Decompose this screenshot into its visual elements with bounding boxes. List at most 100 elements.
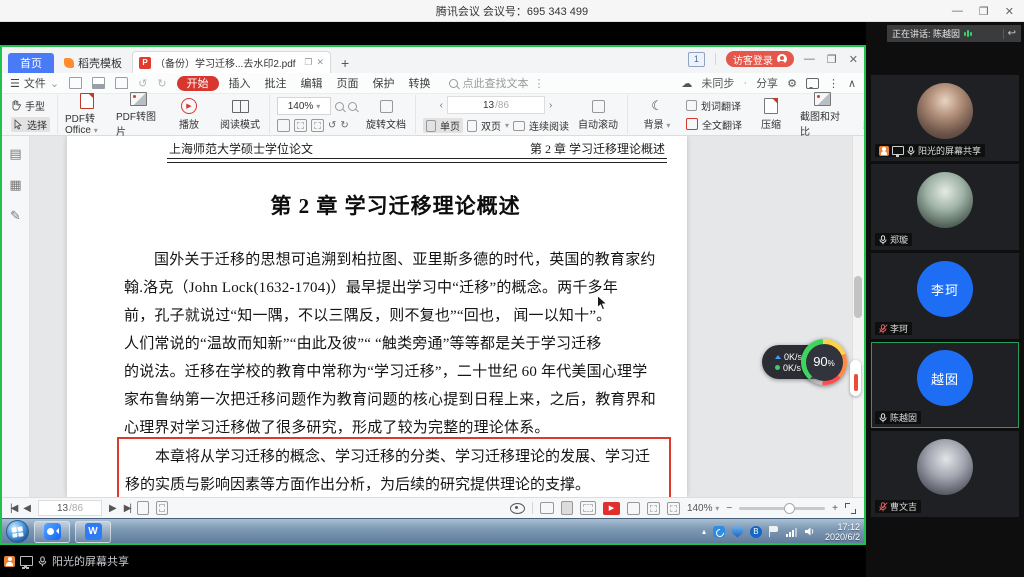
participant-tile[interactable]: 阳光的屏幕共享 <box>871 75 1019 161</box>
page-number-input[interactable]: 13 /86 <box>447 96 545 114</box>
scrollbar-thumb[interactable] <box>854 276 862 318</box>
next-page-icon[interactable]: › <box>549 100 552 111</box>
tray-app-icon[interactable] <box>713 526 725 538</box>
continuous-read-button[interactable]: 连续阅读 <box>513 118 569 133</box>
fit-width-icon[interactable] <box>667 502 680 515</box>
zoom-out-button[interactable]: − <box>726 503 732 514</box>
tab-document-active[interactable]: P （备份）学习迁移...去水印2.pdf ❐ ✕ <box>132 51 331 73</box>
single-page-button[interactable]: 单页 <box>423 118 463 133</box>
prev-page-icon[interactable]: ◀ <box>23 503 31 514</box>
document-scrollbar[interactable] <box>852 136 864 497</box>
return-arrow-icon[interactable]: ↩ <box>1008 28 1016 39</box>
guest-login-button[interactable]: 访客登录 <box>726 51 794 67</box>
fit-page-icon[interactable] <box>647 502 660 515</box>
volume-icon[interactable] <box>804 526 816 537</box>
images-panel-icon[interactable]: ▦ <box>9 177 21 193</box>
menu-insert[interactable]: 插入 <box>229 75 251 91</box>
participant-tile[interactable]: 郑璇 <box>871 164 1019 250</box>
close-button[interactable]: ✕ <box>1005 5 1014 18</box>
play-button[interactable]: ▶ 播放 <box>167 99 211 131</box>
zoom-out-icon[interactable] <box>335 102 344 111</box>
prev-page-icon[interactable]: ‹ <box>440 100 443 111</box>
fit-width-icon[interactable] <box>294 119 307 132</box>
menu-page[interactable]: 页面 <box>337 75 359 91</box>
select-tool[interactable]: 选择 <box>11 117 50 132</box>
thumbnail-icon[interactable] <box>137 501 149 515</box>
bluetooth-icon[interactable]: B <box>750 526 762 538</box>
start-button[interactable] <box>6 520 29 543</box>
taskbar-clock[interactable]: 17:12 2020/6/2 <box>825 522 860 542</box>
statusbar-zoom-value[interactable]: 140% ▾ <box>687 503 719 514</box>
participant-tile[interactable]: 曹文吉 <box>871 431 1019 517</box>
last-page-icon[interactable]: ▶| <box>124 503 130 514</box>
continuous-view-icon[interactable] <box>540 502 554 514</box>
network-signal-icon[interactable] <box>786 527 797 537</box>
sync-status[interactable]: 未同步 <box>701 75 734 91</box>
read-mode-button[interactable]: 阅读模式 <box>218 99 262 131</box>
tab-home[interactable]: 首页 <box>8 53 54 73</box>
bookmark-icon[interactable] <box>156 501 168 515</box>
zoom-in-button[interactable]: + <box>832 503 838 514</box>
menu-edit[interactable]: 编辑 <box>301 75 323 91</box>
collapse-ribbon-icon[interactable]: ∧ <box>848 77 856 90</box>
zoom-input[interactable]: 140% ▾ <box>277 97 331 115</box>
tray-expand-icon[interactable]: ▴ <box>702 527 706 536</box>
pdf-page[interactable]: 上海师范大学硕士学位论文 第 2 章 学习迁移理论概述 第 2 章 学习迁移理论… <box>67 136 687 497</box>
new-tab-button[interactable]: + <box>341 56 349 70</box>
single-page-view-icon[interactable] <box>561 501 573 515</box>
comment-bubble-icon[interactable] <box>806 78 819 89</box>
outline-panel-icon[interactable]: ▤ <box>9 146 21 162</box>
wps-minimize-button[interactable]: — <box>804 53 815 66</box>
annotate-panel-icon[interactable]: ✎ <box>10 208 21 224</box>
menu-convert[interactable]: 转换 <box>409 75 431 91</box>
close-tab-icon[interactable]: ✕ <box>316 57 324 68</box>
memory-usage-ball[interactable]: 90% <box>801 339 847 385</box>
zoom-in-icon[interactable] <box>348 102 357 111</box>
file-menu[interactable]: ☰ 文件 ⌄ <box>10 75 59 91</box>
next-page-icon[interactable]: ▶ <box>109 503 117 514</box>
pdf-to-image-button[interactable]: PDF转图片 <box>116 91 160 138</box>
menu-protect[interactable]: 保护 <box>373 75 395 91</box>
screenshot-compare-button[interactable]: 截图和对比 <box>800 91 844 138</box>
window-count-badge[interactable]: 1 <box>688 52 705 67</box>
participant-tile[interactable]: 李珂 李珂 <box>871 253 1019 339</box>
double-page-button[interactable]: 双页 ▾ <box>467 118 509 133</box>
kebab-icon[interactable]: ⋮ <box>828 77 839 90</box>
video-tutorial-button[interactable]: ▶ <box>603 502 620 515</box>
menu-start[interactable]: 开始 <box>177 76 219 91</box>
open-icon[interactable] <box>69 77 82 89</box>
eye-protect-icon[interactable] <box>510 503 525 514</box>
print-icon[interactable] <box>115 77 128 89</box>
double-page-view-icon[interactable] <box>580 501 596 515</box>
participant-tile-speaking[interactable]: 越囡 陈越囡 <box>871 342 1019 428</box>
hand-tool[interactable]: 手型 <box>11 98 50 113</box>
find-text-box[interactable]: 点此查找文本 ⋮ <box>449 75 545 91</box>
gear-icon[interactable]: ⚙ <box>787 77 797 90</box>
pdf-to-office-button[interactable]: PDF转Office ▾ <box>65 93 109 136</box>
wps-close-button[interactable]: ✕ <box>849 53 858 66</box>
share-button[interactable]: 分享 <box>756 75 778 91</box>
zoom-slider[interactable] <box>739 507 825 510</box>
save-icon[interactable] <box>92 77 105 89</box>
first-page-icon[interactable]: |◀ <box>10 503 16 514</box>
taskbar-wps[interactable]: W <box>75 521 111 543</box>
wps-restore-button[interactable]: ❐ <box>827 53 837 66</box>
redo-icon[interactable]: ↻ <box>157 77 166 90</box>
statusbar-page-input[interactable]: 13 /86 <box>38 500 102 516</box>
restore-button[interactable]: ❐ <box>979 5 989 18</box>
minimize-button[interactable]: — <box>952 5 963 17</box>
background-button[interactable]: ☾ 背景 ▾ <box>635 99 679 131</box>
word-translate-button[interactable]: 划词翻译 <box>686 98 742 113</box>
rotate-right-icon[interactable]: ↻ <box>340 120 348 131</box>
rotate-doc-button[interactable]: 旋转文档 <box>364 99 408 131</box>
zoom-slider-knob[interactable] <box>784 503 795 514</box>
security-shield-icon[interactable] <box>732 526 743 538</box>
fit-page-icon[interactable] <box>277 119 290 132</box>
undo-icon[interactable]: ↺ <box>138 77 147 90</box>
auto-scroll-button[interactable]: 自动滚动 <box>576 99 620 131</box>
fullscreen-icon[interactable] <box>845 503 856 514</box>
fit-height-icon[interactable] <box>311 119 324 132</box>
taskbar-tencent-meeting[interactable] <box>34 521 70 543</box>
full-translate-button[interactable]: 全文翻译 <box>686 117 742 132</box>
tab-docer[interactable]: 稻壳模板 <box>54 53 132 73</box>
